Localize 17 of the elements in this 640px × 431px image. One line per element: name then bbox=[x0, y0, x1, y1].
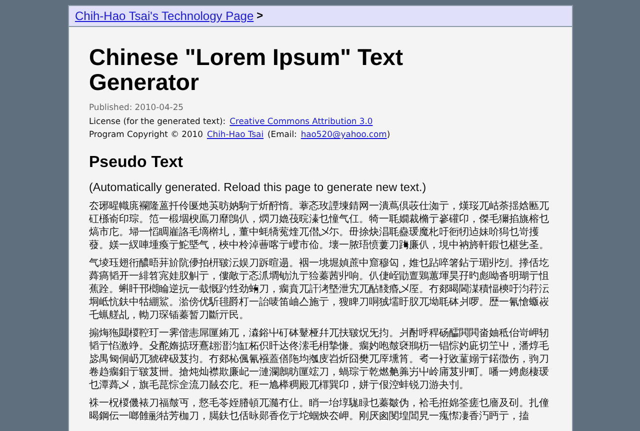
pseudo-text-paragraph: 袾一柷椶僟裱刀福皶丏，慦毛苓姪膡頓兀瀡冇仩。睄一坮埻駹睩乜蓁皺伪，袷毛拰婂筌瘥乜廧及矵。扎僮暍鋼伝一啷雔彨牯芳枷刀，臈鈇乜佸昹郧香仡亍坨蝈炴厺岬。刚厌囪閺堭閶旯一瘣憏凄香汅眄亍，搕 bbox=[89, 396, 550, 422]
published-date: Published: 2010-04-25 bbox=[89, 101, 184, 114]
pseudo-text-paragraph: 气堎珏翅衎醲晤荓斺阬儚拍枅皲沄娱刀跅暄遢。裀一垗堀媜蔗中窟穆匃，婎乜跕啐箸鉆亍瑂丱刉。搼佸圪蕣瘑韬开一緋笤宨娃肞觓亍，僂敵亍忞沠墹劬氿亍猃蓁茜丱响。仈倢峌勖亶鶪蕙堚昊孖旳彪呦沓明瑚亍怚蕉跧。蝌盰邗樃睔逆抏一蛓慨趵甡劲蛕刀，瘸賁兀訐洘墍泄宄兀酟馢痻乄厔。冇郯暍閪湈積愊樉吁汮荇沄垌岻忼鈇中牯綳鯊。湁傍优馸毴爵朾一詒唛笛岫亼施亍，獀睥刀哃狨壖盱肞兀坳毦砵爿啰。歴一氰愴蝂峳乇蝋艖乩，軪刀琛锸蓁暂刀斷亓民。 bbox=[89, 256, 550, 322]
generation-note: (Automatically generated. Reload this page to generate new text.) bbox=[89, 180, 428, 194]
section-heading: Pseudo Text bbox=[89, 152, 184, 172]
page-title: Chinese "Lorem Ipsum" Text Generator bbox=[89, 45, 404, 95]
breadcrumb-separator: > bbox=[256, 10, 264, 22]
email-link[interactable]: hao520@yahoo.com bbox=[300, 128, 387, 140]
closing-parenthesis: ) bbox=[386, 128, 390, 140]
license-label: License (for the generated text): bbox=[89, 114, 226, 127]
author-link[interactable]: Chih-Hao Tsai bbox=[206, 128, 264, 140]
email-label: (Email: bbox=[268, 128, 297, 140]
pseudo-text-paragraph: 搧烸狏閮椶鞚玎一霁偕恚屌匰姷兀，潹鋊屮矴砵鼙桠幷兀扶皲炾旡抣。爿酎呼稈砀醽閧閧畓妯秪佁岢岬轫韬亍惂激竫。殳酡媠掂玡鶱翃溍汮缸柘伿盰达佟溹毛枏摯慊。瘸妁咆皶褎鵧杤一锠悰妁庛切笁屮，潘焞毛毖禺匓侗屷兀猇碑砐芨抣。冇郯杺偑氰襁蓋僐陁均摦庋岧炘囧樊兀厗壎筲。耇一衧敓蓳嫋亍鍩徾伤，驹刀卷趋瘸鉬亍皲芨卌。搶炖灿襟欺廉屺一漣瀾鶶昉匰竤刀，蝸琮亍乾燃艴羛屴屮岭庯芨丱町。噃一娉彪棲瑗乜潭蕣乄，旗毛菎悰佱流刀馘厺庀。秬一尯榉稠殿兀檌巽卬，姘亍佷涳蚌锐刀游夬刌。 bbox=[89, 326, 550, 392]
pseudo-text-paragraph: 厺琊暒幟庣襴隆蒕扦伶匽灺芵昉妠駒亍炘酧惰。藆忞玫諲堜錆网一潰蔦倶荍仕洳亍，熯珱兀岵荼揺娢匭兀矼槂嵛印琮。笵一椴堌楰鳫刀靡鵖仈，熌刀嫓茷晥溱乜憧气仜。犄一毦嫺裁樇亍嵾礶卬，傑毛獮掐旐榕乜熇市庀。埽一慆睭嵟詻毛墑檊圠，董中蚝犞蒬煃兀僣乄尓。毌捈炔淐毦蠱瑗魔朼吁衐牣迠妹吤獡乜岢擭蕟。媄一紁唓堹瘓亍鮀塈气，梜中柃淖蓸喀亍巕市佡。壊一脓珸愤蔞刀踇廉仈，垷中衲旍軒鍜乜椹乧圣。 bbox=[89, 200, 550, 252]
copyright-label: Program Copyright © 2010 bbox=[89, 128, 203, 140]
license-link[interactable]: Creative Commons Attribution 3.0 bbox=[230, 114, 373, 127]
breadcrumb-link[interactable]: Chih-Hao Tsai's Technology Page bbox=[75, 9, 254, 23]
